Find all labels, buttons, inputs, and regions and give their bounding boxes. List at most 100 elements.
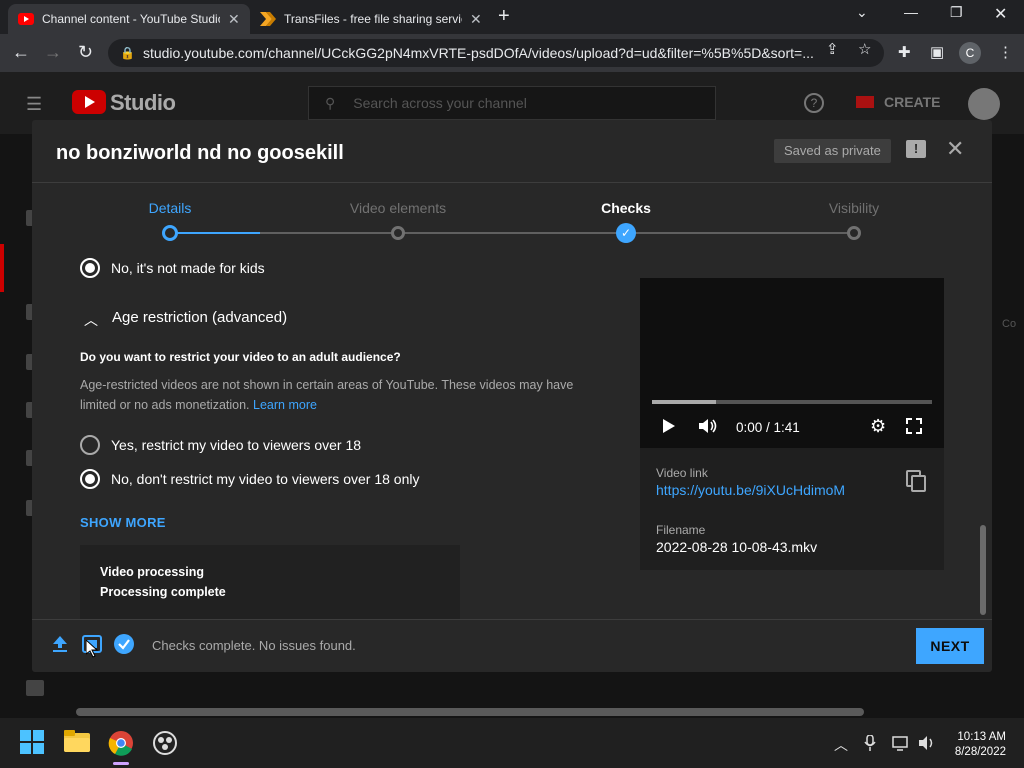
- checks-status-message: Checks complete. No issues found.: [152, 638, 356, 653]
- next-button[interactable]: NEXT: [916, 628, 984, 664]
- restrict-no-label: No, don't restrict my video to viewers o…: [111, 471, 420, 487]
- background-truncated-text: Co: [1002, 318, 1017, 330]
- radio-restrict-no[interactable]: [80, 469, 100, 489]
- back-icon[interactable]: ←: [12, 42, 30, 63]
- create-label: CREATE: [884, 94, 941, 110]
- play-icon[interactable]: [662, 418, 676, 439]
- horizontal-scrollbar[interactable]: [76, 708, 864, 716]
- search-icon: ⚲: [325, 94, 336, 111]
- age-description-text: Age-restricted videos are not shown in c…: [80, 378, 574, 412]
- mouse-cursor-icon: [85, 638, 99, 663]
- browser-tab-bar: Channel content - YouTube Studio ✕ Trans…: [0, 0, 1024, 34]
- video-player[interactable]: 0:00 / 1:41 ⚙: [640, 278, 944, 448]
- sidebar-active-indicator: [0, 244, 4, 292]
- volume-tray-icon[interactable]: [918, 735, 936, 754]
- video-progress-bar[interactable]: [652, 400, 932, 404]
- tab-title: Channel content - YouTube Studio: [42, 12, 220, 26]
- new-tab-button[interactable]: +: [498, 5, 510, 28]
- tab-close-icon[interactable]: ✕: [470, 11, 482, 28]
- copy-icon[interactable]: [906, 470, 926, 492]
- age-description: Age-restricted videos are not shown in c…: [80, 375, 610, 415]
- video-time: 0:00 / 1:41: [736, 420, 800, 435]
- radio-not-for-kids[interactable]: [80, 258, 100, 278]
- chevron-up-tray-icon[interactable]: ︿: [834, 735, 848, 755]
- settings-gear-icon[interactable]: ⚙: [870, 416, 886, 437]
- step-video-elements[interactable]: Video elements: [328, 200, 468, 216]
- saved-status-badge: Saved as private: [774, 139, 891, 163]
- step-dot-video-elements[interactable]: [391, 226, 405, 240]
- upload-dialog: no bonziworld nd no goosekill Saved as p…: [32, 120, 992, 672]
- step-dot-details[interactable]: [162, 225, 178, 241]
- create-button[interactable]: CREATE: [856, 94, 941, 110]
- age-restriction-toggle[interactable]: Age restriction (advanced): [112, 309, 287, 326]
- minimize-icon[interactable]: —: [904, 4, 918, 20]
- network-icon[interactable]: [892, 735, 910, 754]
- chevron-up-icon[interactable]: ︿: [84, 310, 98, 330]
- side-panel-icon[interactable]: ▣: [930, 43, 944, 61]
- video-link[interactable]: https://youtu.be/9iXUcHdimoM: [656, 482, 845, 498]
- help-icon[interactable]: ?: [804, 93, 824, 113]
- address-bar[interactable]: 🔒 studio.youtube.com/channel/UCckGG2pN4m…: [108, 39, 884, 67]
- menu-dots-icon[interactable]: ⋮: [998, 43, 1013, 61]
- checkmark-icon[interactable]: ✓: [616, 223, 636, 243]
- youtube-icon: [18, 11, 34, 27]
- browser-toolbar: ← → ↻ 🔒 studio.youtube.com/channel/UCckG…: [0, 34, 1024, 72]
- youtube-logo[interactable]: [72, 90, 106, 114]
- lock-icon: 🔒: [120, 46, 135, 60]
- feedback-icon[interactable]: !: [906, 140, 926, 158]
- tab-transfiles[interactable]: TransFiles - free file sharing service ✕: [250, 4, 492, 34]
- checks-complete-icon[interactable]: [114, 634, 134, 659]
- share-icon[interactable]: ⇪: [826, 40, 839, 58]
- channel-avatar[interactable]: [968, 88, 1000, 120]
- channel-search-input[interactable]: ⚲ Search across your channel: [308, 86, 716, 120]
- windows-start-icon[interactable]: [20, 730, 46, 756]
- active-app-indicator: [113, 762, 129, 765]
- step-checks[interactable]: Checks: [556, 200, 696, 216]
- system-clock[interactable]: 10:13 AM 8/28/2022: [944, 730, 1006, 760]
- fullscreen-icon[interactable]: [906, 418, 922, 439]
- close-icon[interactable]: ✕: [946, 136, 964, 162]
- dialog-title: no bonziworld nd no goosekill: [56, 142, 344, 164]
- transfiles-icon: [260, 11, 276, 27]
- file-explorer-icon[interactable]: [64, 730, 90, 756]
- processing-card: Video processing Processing complete: [80, 545, 460, 619]
- filename-value: 2022-08-28 10-08-43.mkv: [656, 539, 818, 555]
- tab-search-icon[interactable]: ⌄: [856, 4, 868, 21]
- learn-more-link[interactable]: Learn more: [253, 398, 317, 412]
- restrict-yes-label: Yes, restrict my video to viewers over 1…: [111, 437, 362, 453]
- step-dot-visibility[interactable]: [847, 226, 861, 240]
- forward-icon[interactable]: →: [44, 42, 62, 63]
- extensions-icon[interactable]: ✚: [898, 43, 911, 61]
- step-connector: [260, 232, 622, 234]
- bookmark-star-icon[interactable]: ☆: [858, 40, 871, 58]
- video-preview-card: 0:00 / 1:41 ⚙ Video link https://youtu.b…: [640, 278, 944, 570]
- video-camera-icon: [856, 96, 874, 108]
- age-question: Do you want to restrict your video to an…: [80, 350, 401, 364]
- filename-label: Filename: [656, 523, 706, 537]
- search-placeholder: Search across your channel: [353, 95, 527, 111]
- show-more-button[interactable]: SHOW MORE: [80, 515, 166, 530]
- microphone-icon[interactable]: [864, 734, 876, 754]
- radio-restrict-yes[interactable]: [80, 435, 100, 455]
- video-progress-fill: [652, 400, 717, 404]
- divider: [32, 182, 992, 183]
- step-details[interactable]: Details: [100, 200, 240, 216]
- details-scroll-area[interactable]: No, it's not made for kids ︿ Age restric…: [32, 248, 992, 619]
- step-connector: [170, 232, 260, 234]
- step-visibility[interactable]: Visibility: [784, 200, 924, 216]
- obs-icon[interactable]: [152, 730, 178, 756]
- reload-icon[interactable]: ↻: [78, 42, 93, 63]
- feedback-sidebar-icon[interactable]: [26, 680, 44, 696]
- restore-icon[interactable]: ❐: [950, 4, 963, 21]
- dialog-scrollbar[interactable]: [980, 525, 986, 615]
- video-link-label: Video link: [656, 466, 708, 480]
- window-close-icon[interactable]: ✕: [994, 4, 1007, 24]
- chrome-icon[interactable]: [108, 730, 134, 756]
- profile-avatar[interactable]: C: [959, 42, 981, 64]
- tab-youtube-studio[interactable]: Channel content - YouTube Studio ✕: [8, 4, 250, 34]
- hamburger-menu-icon[interactable]: ☰: [26, 94, 42, 115]
- upload-icon[interactable]: [52, 635, 68, 658]
- not-for-kids-label: No, it's not made for kids: [111, 260, 265, 276]
- tab-close-icon[interactable]: ✕: [228, 11, 240, 28]
- volume-icon[interactable]: [698, 418, 718, 439]
